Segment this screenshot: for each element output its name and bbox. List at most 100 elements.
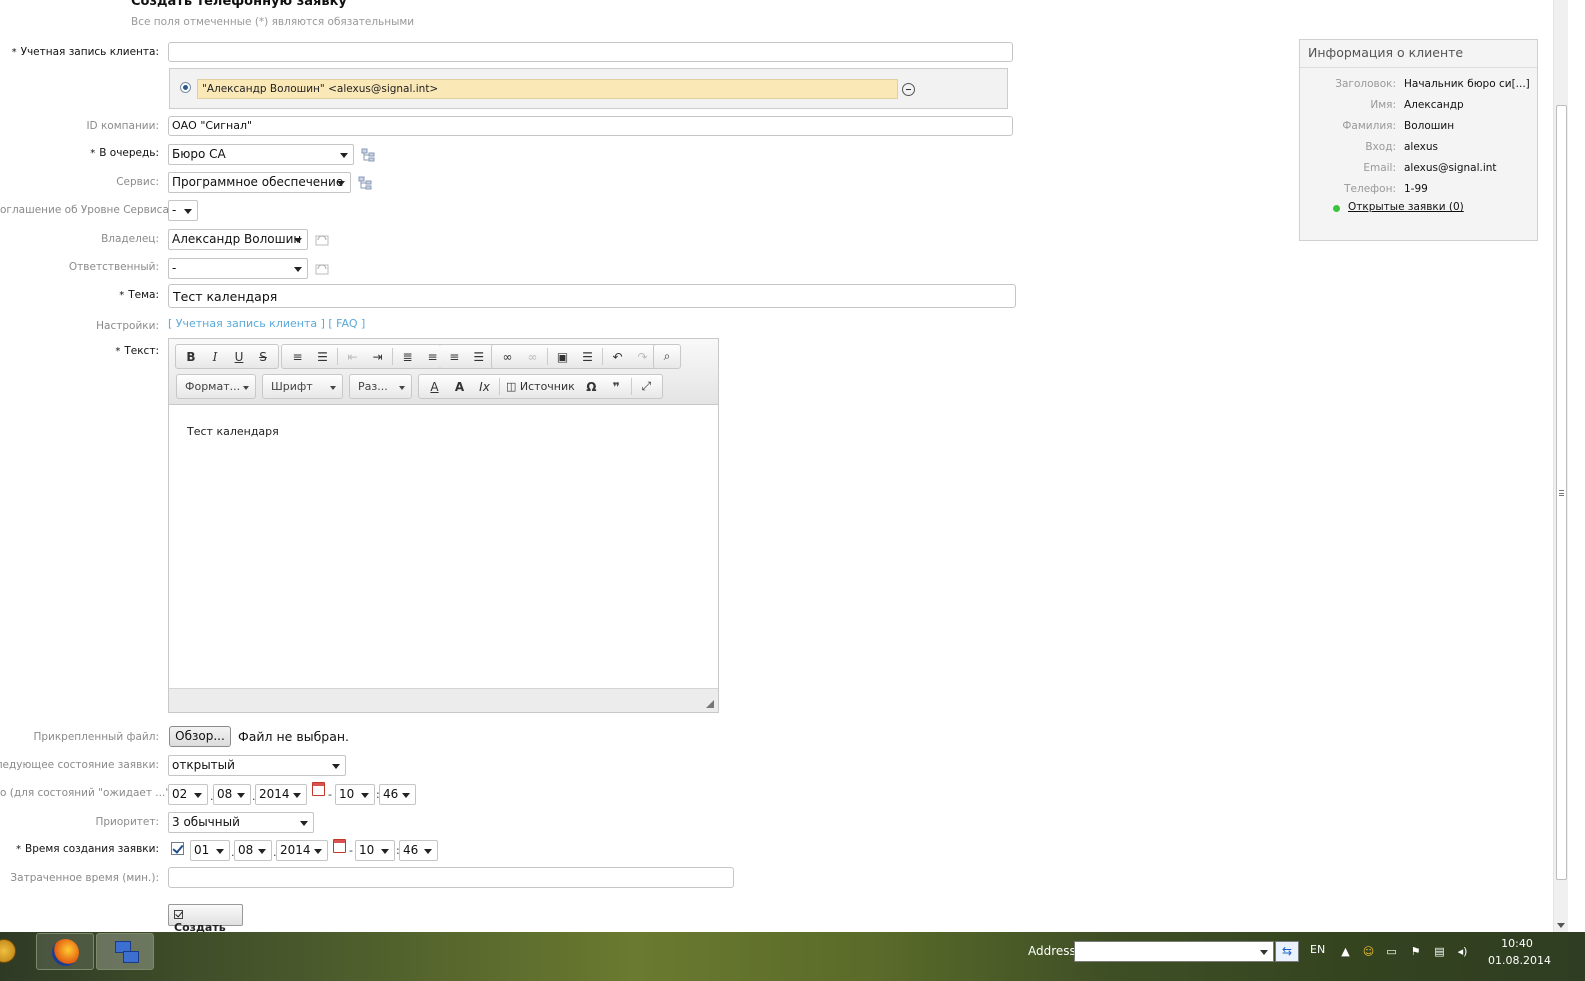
link-icon[interactable]: ∞	[495, 346, 520, 367]
numbered-list-icon[interactable]: ≡	[285, 346, 310, 367]
queue-label: * В очередь:	[90, 147, 159, 159]
clock-date[interactable]: 01.08.2014	[1488, 954, 1551, 967]
align-left-icon[interactable]: ≣	[395, 346, 420, 367]
scrollbar-thumb[interactable]	[1556, 105, 1567, 880]
bold-icon[interactable]: B	[179, 346, 203, 367]
editor-footer	[169, 688, 718, 712]
align-right-icon[interactable]: ≡	[442, 346, 467, 367]
open-tickets-link[interactable]: Открытые заявки (0)	[1348, 201, 1464, 213]
tree-view-icon[interactable]	[361, 148, 375, 162]
unlink-icon[interactable]: ∞	[520, 346, 545, 367]
pending-minute-select[interactable]: 46	[379, 784, 416, 805]
outdent-icon[interactable]: ⇤	[340, 346, 365, 367]
address-input[interactable]	[1074, 941, 1274, 962]
horizontal-rule-icon[interactable]: ☰	[575, 346, 600, 367]
owner-select[interactable]: Александр Волошин	[168, 229, 308, 250]
customer-user-input[interactable]	[168, 42, 1013, 62]
tray-expand-icon[interactable]: ▲	[1339, 945, 1352, 958]
text-color-icon[interactable]: A	[422, 376, 447, 397]
queue-select[interactable]: Бюро СА	[168, 144, 354, 165]
created-year-select[interactable]: 2014	[276, 840, 328, 861]
created-month-select[interactable]: 08	[234, 840, 272, 861]
pending-hour-select[interactable]: 10	[335, 784, 375, 805]
start-button[interactable]	[0, 939, 16, 963]
created-date-label: * Время создания заявки:	[16, 843, 159, 855]
clock-time[interactable]: 10:40	[1500, 937, 1534, 950]
created-minute-select[interactable]: 46	[399, 840, 438, 861]
divider	[1300, 67, 1537, 68]
priority-label: Приоритет:	[95, 816, 159, 828]
refresh-icon[interactable]	[315, 233, 329, 247]
resize-handle-icon[interactable]	[706, 700, 714, 708]
text-label: * Текст:	[115, 345, 159, 357]
format-combo[interactable]: Формат...	[176, 374, 256, 399]
responsible-label: Ответственный:	[68, 261, 159, 273]
vertical-scrollbar[interactable]	[1553, 0, 1568, 932]
action-center-flag-icon[interactable]: ⚑	[1409, 945, 1422, 958]
taskbar-firefox[interactable]	[36, 933, 94, 970]
remove-format-icon[interactable]: Ix	[472, 376, 497, 397]
customer-radio[interactable]	[180, 82, 191, 93]
time-units-input[interactable]	[168, 867, 734, 888]
create-button[interactable]: Создать	[168, 904, 243, 934]
company-input[interactable]: ОАО "Сигнал"	[168, 116, 1013, 136]
strikethrough-icon[interactable]: S	[251, 346, 275, 367]
refresh-icon[interactable]	[315, 262, 329, 276]
font-combo[interactable]: Шрифт	[262, 374, 343, 399]
service-select[interactable]: Программное обеспечение	[168, 172, 351, 193]
indent-icon[interactable]: ⇥	[365, 346, 390, 367]
extra-group: A A Ix ◫ Источник Ω ❞ ⤢	[418, 374, 663, 399]
source-button[interactable]: ◫ Источник	[502, 380, 579, 393]
maximize-icon[interactable]: ⤢	[634, 376, 659, 397]
subject-input[interactable]: Тест календаря	[168, 284, 1016, 308]
priority-select[interactable]: 3 обычный	[168, 812, 314, 833]
remove-customer-icon[interactable]	[902, 83, 915, 96]
taskbar: Address ⇆ EN ▲ ☺ ▭ ⚑ ▤ ◂) 10:40 01.08.20…	[0, 932, 1585, 981]
underline-icon[interactable]: U	[227, 346, 251, 367]
find-icon[interactable]: ⌕	[657, 346, 677, 367]
italic-icon[interactable]: I	[203, 346, 227, 367]
pending-month-select[interactable]: 08	[213, 784, 251, 805]
taskbar-network-app[interactable]	[96, 933, 154, 970]
pending-day-select[interactable]: 02	[168, 784, 208, 805]
editor-text[interactable]: Тест календаря	[187, 425, 279, 438]
responsible-select[interactable]: -	[168, 258, 308, 279]
rich-text-editor[interactable]: B I U S ≡ ☰ ⇤ ⇥ ≣ ≡ ≡ ☰ ∞ ∞ ▣ ☰ ↶ ↷ ⌕ Фо…	[168, 338, 719, 713]
attachment-label: Прикрепленный файл:	[33, 731, 159, 743]
service-label: Сервис:	[116, 176, 159, 188]
time-units-label: Затраченное время (мин.):	[10, 872, 159, 884]
created-date-checkbox[interactable]	[171, 842, 184, 855]
page-subtitle: Все поля отмеченные (*) являются обязате…	[131, 16, 415, 28]
justify-icon[interactable]: ☰	[467, 346, 492, 367]
calendar-icon[interactable]	[333, 839, 346, 853]
bullet-list-icon[interactable]: ☰	[310, 346, 335, 367]
image-icon[interactable]: ▣	[550, 346, 575, 367]
undo-icon[interactable]: ↶	[605, 346, 630, 367]
go-icon[interactable]: ⇆	[1275, 941, 1299, 962]
align-group: ≡ ☰	[439, 344, 495, 369]
next-state-select[interactable]: открытый	[168, 755, 346, 776]
network-status-icon[interactable]: ▤	[1433, 945, 1446, 958]
find-group: ⌕	[653, 344, 681, 369]
scroll-down-icon[interactable]	[1557, 923, 1565, 928]
volume-icon[interactable]: ◂)	[1456, 945, 1469, 958]
size-combo[interactable]: Раз...	[349, 374, 412, 399]
tray-app-icon[interactable]: ☺	[1362, 945, 1375, 958]
pending-year-select[interactable]: 2014	[255, 784, 307, 805]
special-char-icon[interactable]: Ω	[579, 376, 604, 397]
created-hour-select[interactable]: 10	[355, 840, 395, 861]
sla-select[interactable]: -	[168, 200, 198, 221]
tree-view-icon[interactable]	[358, 176, 372, 190]
pending-date-label: о (для состояний "ожидает ..."):	[0, 787, 178, 799]
tray-chat-icon[interactable]: ▭	[1385, 945, 1398, 958]
page-title: Создать телефонную заявку	[131, 0, 347, 9]
background-color-icon[interactable]: A	[447, 376, 472, 397]
options-links[interactable]: [ Учетная запись клиента ] [ FAQ ]	[168, 317, 365, 330]
redo-icon[interactable]: ↷	[630, 346, 655, 367]
basic-styles-group: B I U S	[175, 344, 279, 369]
browse-button[interactable]: Обзор...	[169, 726, 231, 747]
blockquote-icon[interactable]: ❞	[604, 376, 629, 397]
calendar-icon[interactable]	[312, 782, 325, 796]
created-day-select[interactable]: 01	[190, 840, 230, 861]
language-indicator[interactable]: EN	[1310, 943, 1325, 956]
